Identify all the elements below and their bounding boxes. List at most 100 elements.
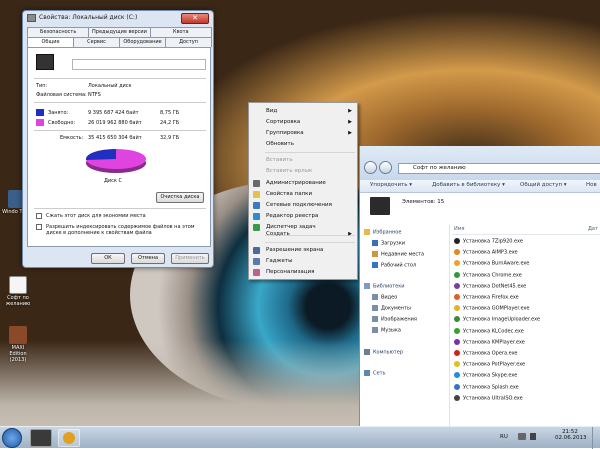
menu-item-view[interactable]: Вид ▶	[249, 106, 357, 117]
tab-quota[interactable]: Квота	[149, 27, 212, 37]
recent-places-icon	[372, 251, 378, 257]
show-desktop-button[interactable]	[592, 427, 600, 449]
nav-libraries[interactable]: Библиотеки	[364, 283, 405, 290]
nav-desktop[interactable]: Рабочий стол	[372, 262, 416, 269]
disk-cleanup-button[interactable]: Очистка диска	[156, 192, 204, 203]
free-color-swatch	[36, 119, 44, 126]
menu-item-registry-editor[interactable]: Редактор реестра	[249, 211, 357, 222]
submenu-arrow-icon: ▶	[348, 130, 352, 136]
gadgets-icon	[253, 258, 260, 265]
file-row[interactable]: Установка ImageUploader.exe	[454, 316, 540, 323]
column-date-header[interactable]: Дат	[588, 226, 598, 232]
file-row[interactable]: Установка Opera.exe	[454, 350, 518, 357]
nav-computer[interactable]: Компьютер	[364, 349, 403, 356]
apply-button[interactable]: Применить	[171, 253, 209, 264]
desktop-icon-label: MAXI Edition (2013)	[9, 345, 27, 363]
type-row: Тип: Локальный диск	[36, 83, 132, 89]
desktop-icon	[372, 262, 378, 268]
menu-item-gadgets[interactable]: Гаджеты	[249, 256, 357, 267]
file-row[interactable]: Установка UltraISO.exe	[454, 394, 523, 401]
checkbox-box[interactable]	[36, 213, 42, 219]
forward-button[interactable]	[379, 161, 392, 174]
installer-icon	[454, 338, 460, 345]
file-row[interactable]: Установка AIMP3.exe	[454, 249, 518, 256]
menu-item-admin-tools[interactable]: Администрирование	[249, 178, 357, 189]
desktop-icon-maxi-edition[interactable]: MAXI Edition (2013)	[3, 326, 33, 363]
dialog-titlebar[interactable]: Свойства: Локальный диск (C:) ✕	[23, 11, 213, 26]
organize-button[interactable]: Упорядочить ▾	[370, 182, 412, 188]
add-to-library-button[interactable]: Добавить в библиотеку ▾	[432, 182, 505, 188]
menu-item-refresh[interactable]: Обновить	[249, 139, 357, 150]
file-name: Установка PotPlayer.exe	[463, 361, 526, 368]
nav-network[interactable]: Сеть	[364, 370, 385, 377]
nav-music[interactable]: Музыка	[372, 327, 401, 334]
start-button[interactable]	[2, 428, 22, 448]
drive-icon	[27, 14, 36, 22]
close-button[interactable]: ✕	[181, 13, 209, 24]
menu-item-new[interactable]: Создать ▶	[249, 229, 357, 240]
tab-security[interactable]: Безопасность	[27, 27, 90, 37]
installer-icon	[454, 327, 460, 334]
file-row[interactable]: Установка Splash.exe	[454, 383, 519, 390]
column-name-header[interactable]: Имя	[454, 226, 465, 232]
admin-tools-icon	[253, 180, 260, 187]
menu-item-screen-resolution[interactable]: Разрешение экрана	[249, 245, 357, 256]
back-button[interactable]	[364, 161, 377, 174]
file-row[interactable]: Установка GOMPlayer.exe	[454, 305, 529, 312]
menu-item-sort[interactable]: Сортировка ▶	[249, 117, 357, 128]
checkbox-box[interactable]	[36, 224, 42, 230]
clock[interactable]: 21:52 02.06.2013	[555, 429, 587, 441]
navigation-pane: Избранное Загрузки Недавние места Рабочи…	[360, 225, 450, 430]
file-name: Установка Firefox.exe	[463, 294, 519, 301]
menu-item-personalization[interactable]: Персонализация	[249, 267, 357, 278]
installer-icon	[454, 271, 460, 278]
file-row[interactable]: Установка KMPlayer.exe	[454, 338, 525, 345]
share-button[interactable]: Общий доступ ▾	[520, 182, 567, 188]
desktop-icon-soft-folder[interactable]: Софт по желанию	[3, 276, 33, 307]
taskbar-media-button[interactable]	[58, 429, 80, 447]
documents-icon	[372, 305, 378, 311]
nav-recent-places[interactable]: Недавние места	[372, 251, 424, 258]
ok-button[interactable]: ОК	[91, 253, 125, 264]
file-row[interactable]: Установка PotPlayer.exe	[454, 361, 525, 368]
divider	[34, 102, 206, 103]
file-row[interactable]: Установка BurnAware.exe	[454, 260, 529, 267]
address-bar[interactable]: Софт по желанию	[398, 163, 600, 174]
installer-icon	[454, 372, 460, 379]
tab-general[interactable]: Общие	[27, 37, 74, 47]
network-tray-icon[interactable]	[518, 433, 526, 440]
drive-properties-dialog: Свойства: Локальный диск (C:) ✕ Безопасн…	[22, 10, 214, 268]
nav-downloads[interactable]: Загрузки	[372, 240, 405, 247]
compress-checkbox[interactable]: Сжать этот диск для экономии места	[36, 213, 146, 219]
nav-pictures[interactable]: Изображения	[372, 316, 417, 323]
capacity-label: Емкость:	[60, 135, 84, 141]
language-indicator[interactable]: RU	[500, 434, 508, 440]
volume-icon[interactable]	[530, 433, 536, 440]
menu-item-paste-shortcut[interactable]: Вставить ярлык	[249, 166, 357, 177]
nav-video[interactable]: Видео	[372, 294, 397, 301]
cancel-button[interactable]: Отмена	[131, 253, 165, 264]
nav-documents[interactable]: Документы	[372, 305, 411, 312]
index-checkbox[interactable]: Разрешить индексировать содержимое файло…	[36, 224, 206, 236]
new-folder-button[interactable]: Нов	[586, 182, 597, 188]
menu-item-folder-options[interactable]: Свойства папки	[249, 189, 357, 200]
file-row[interactable]: Установка Firefox.exe	[454, 294, 519, 301]
file-row[interactable]: Установка 7Zip920.exe	[454, 238, 523, 245]
nav-favorites[interactable]: Избранное	[364, 229, 401, 236]
file-row[interactable]: Установка Chrome.exe	[454, 271, 522, 278]
menu-item-group[interactable]: Группировка ▶	[249, 128, 357, 139]
network-icon	[364, 370, 370, 376]
tab-previous-versions[interactable]: Предыдущие версии	[88, 27, 151, 37]
tab-tools[interactable]: Сервис	[73, 37, 120, 47]
tab-hardware[interactable]: Оборудование	[119, 37, 166, 47]
file-row[interactable]: Установка Skype.exe	[454, 372, 517, 379]
menu-item-network-connections[interactable]: Сетевые подключения	[249, 200, 357, 211]
file-row[interactable]: Установка DotNet45.exe	[454, 282, 526, 289]
file-row[interactable]: Установка KLCodec.exe	[454, 327, 524, 334]
taskbar-explorer-button[interactable]	[30, 429, 52, 447]
free-label: Свободно:	[48, 120, 76, 126]
menu-item-paste[interactable]: Вставить	[249, 155, 357, 166]
pie-used-slice	[86, 149, 116, 160]
tab-sharing[interactable]: Доступ	[165, 37, 212, 47]
drive-name-input[interactable]	[72, 59, 206, 70]
